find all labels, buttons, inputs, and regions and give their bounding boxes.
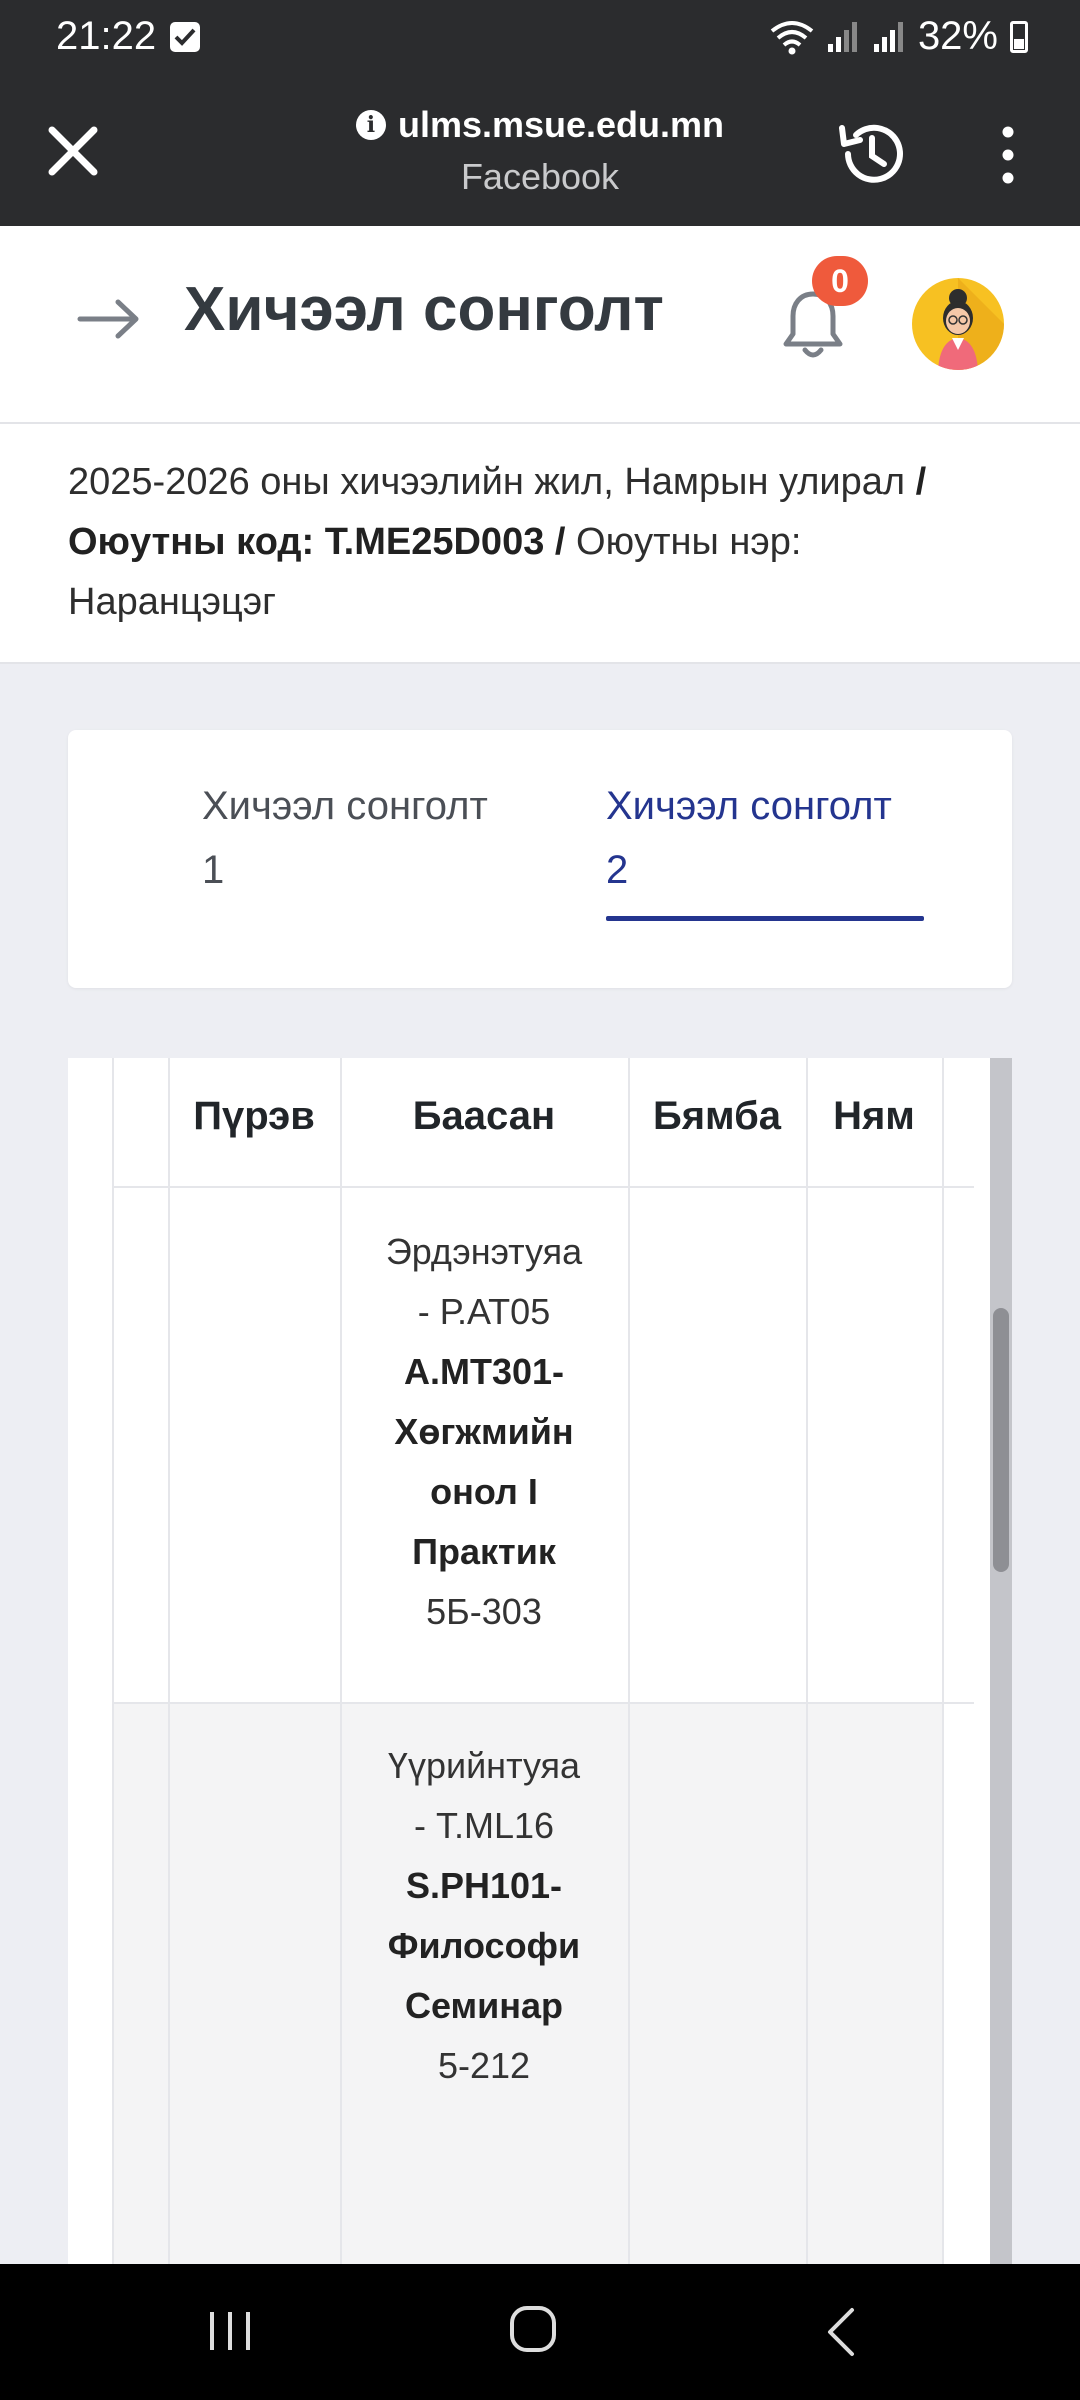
system-nav-bar — [0, 2264, 1080, 2400]
course-code: S.PH101- — [405, 1865, 563, 1906]
avatar[interactable] — [912, 278, 1004, 370]
tab-course-selection-2[interactable]: Хичээл сонголт 2 — [606, 774, 892, 902]
schedule-cell[interactable]: Эрдэнэтуяа - Р.АТ05 А.МТ301- Хөгжмийн он… — [340, 1222, 628, 1642]
header-saturday: Бямба — [652, 1094, 782, 1138]
browser-toolbar: i ulms.msue.edu.mn Facebook — [0, 78, 1080, 226]
room: 5Б-303 — [426, 1591, 542, 1632]
recent-apps-icon[interactable] — [206, 2308, 254, 2354]
student-name: Наранцэцэг — [68, 581, 276, 623]
room: 5-212 — [437, 2045, 531, 2086]
wifi-icon — [770, 20, 814, 54]
separator: / — [905, 461, 927, 503]
page-title: Хичээл сонголт — [184, 275, 664, 344]
url-area[interactable]: i ulms.msue.edu.mn Facebook — [0, 104, 1080, 198]
row-divider — [112, 1702, 974, 1704]
schedule-cell[interactable]: Үүрийнтуяа - Т.ML16 S.PH101- Философи Се… — [340, 1736, 628, 2096]
course-type: Практик — [412, 1531, 556, 1572]
student-code: Оюутны код: Т.ME25D003 — [68, 521, 545, 563]
notification-badge: 0 — [812, 256, 868, 306]
semester-text: 2025-2026 оны хичээлийн жил, Намрын улир… — [68, 461, 906, 503]
column-divider — [628, 1058, 630, 2264]
course-name: онол I — [430, 1471, 538, 1512]
course-name: Философи — [387, 1925, 581, 1966]
teacher-name: Үүрийнтуяа — [387, 1745, 581, 1786]
status-bar: 21:22 32% — [0, 0, 1080, 78]
teacher-name: Эрдэнэтуяа — [385, 1231, 583, 1272]
status-indicators: 32% — [770, 14, 1028, 59]
column-divider — [806, 1058, 808, 2264]
row-divider — [112, 1186, 974, 1188]
battery-percent: 32% — [917, 14, 998, 58]
header-thursday: Пүрэв — [193, 1094, 315, 1138]
arrow-right-icon[interactable] — [74, 284, 144, 354]
header-friday: Баасан — [412, 1094, 556, 1138]
teacher-code: - Т.ML16 — [413, 1805, 555, 1846]
url-subtitle: Facebook — [460, 156, 620, 197]
header-sunday: Ням — [833, 1094, 915, 1138]
separator: / — [544, 521, 577, 563]
student-info: 2025-2026 оны хичээлийн жил, Намрын улир… — [0, 424, 1080, 664]
signal-icon — [873, 21, 903, 52]
student-name-label: Оюутны нэр: — [576, 521, 802, 563]
history-icon[interactable] — [834, 116, 910, 192]
url-text: ulms.msue.edu.mn — [397, 104, 725, 145]
battery-icon — [1010, 20, 1028, 53]
info-icon[interactable]: i — [355, 110, 386, 140]
status-time: 21:22 — [56, 14, 157, 58]
checkbox-notification-icon — [170, 22, 200, 52]
teacher-code: - Р.АТ05 — [417, 1291, 551, 1332]
course-type: Семинар — [404, 1985, 564, 2026]
tab-course-selection-1[interactable]: Хичээл сонголт 1 — [202, 774, 488, 902]
back-icon[interactable] — [820, 2304, 860, 2360]
tabs-card: Хичээл сонголт 1 Хичээл сонголт 2 — [68, 730, 1012, 988]
signal-icon — [827, 21, 857, 52]
active-tab-indicator — [606, 916, 924, 921]
course-code: А.МТ301- — [403, 1351, 565, 1392]
scrollbar-thumb[interactable] — [993, 1308, 1009, 1572]
more-vert-icon[interactable] — [986, 122, 1030, 188]
course-name: Хөгжмийн — [394, 1411, 574, 1452]
scrollbar-track[interactable] — [990, 1058, 1012, 2264]
column-divider — [168, 1058, 170, 2264]
schedule-table[interactable]: Пүрэв Баасан Бямба Ням Эрдэнэтуяа - Р.АТ… — [68, 1058, 1012, 2264]
column-divider — [112, 1058, 114, 2264]
column-divider — [942, 1058, 944, 2264]
home-icon[interactable] — [508, 2304, 558, 2354]
app-header: Хичээл сонголт 0 — [0, 226, 1080, 424]
